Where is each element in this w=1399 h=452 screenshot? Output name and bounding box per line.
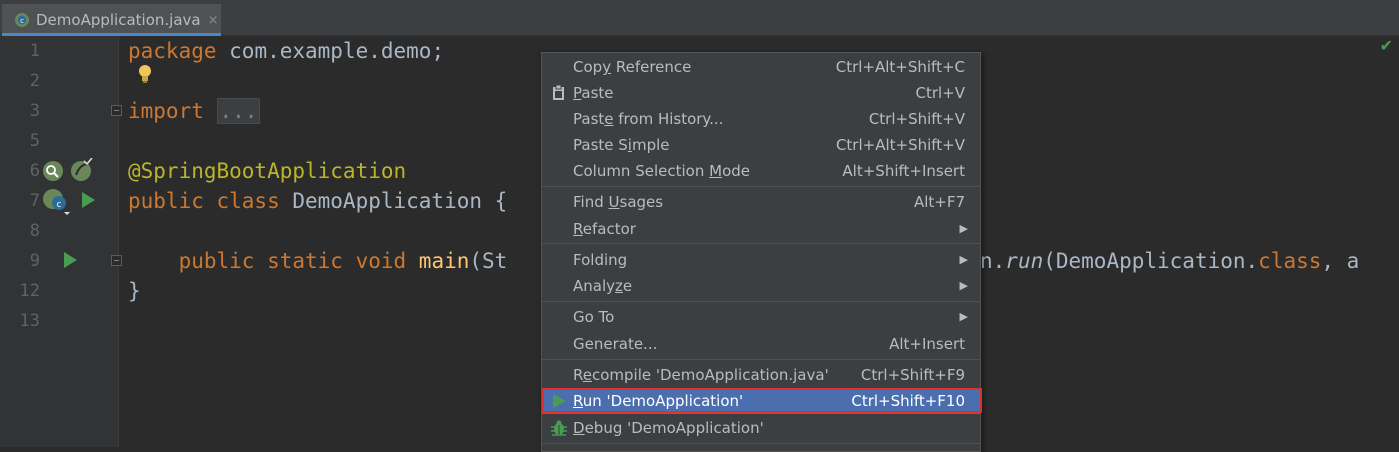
code-line-9-tail: n.run(DemoApplication.class, a [980,246,1359,276]
menu-item-column-selection-mode[interactable]: Column Selection Mode Alt+Shift+Insert [542,158,980,184]
menu-item-label: Debug 'DemoApplication' [573,419,764,437]
keyword: public class [128,189,280,213]
tab-demoapplication-java[interactable]: c DemoApplication.java × [2,4,221,35]
line-number: 6 [29,161,40,181]
menu-item-go-to[interactable]: Go To ▶ [542,304,980,330]
line-number: 8 [29,221,40,241]
folded-imports[interactable]: ... [216,98,261,124]
submenu-arrow-icon: ▶ [959,222,968,235]
editor-gutter: 1 2 3 5 6 7 8 9 12 13 c [0,36,122,447]
line-number: 7 [29,191,40,211]
code-line-3: import ... [128,96,261,126]
svg-text:c: c [57,200,62,210]
menu-item-shortcut: Ctrl+Alt+Shift+C [835,58,965,76]
editor-tab-bar: c DemoApplication.java × [0,0,1399,36]
package-name: com.example.demo; [216,39,445,63]
menu-item-copy-reference[interactable]: Copy Reference Ctrl+Alt+Shift+C [542,54,980,80]
spring-class-icon: c [14,11,32,29]
menu-separator [542,359,980,360]
line-number: 5 [29,131,40,151]
menu-item-label: Go To [573,308,615,326]
menu-item-label: Generate... [573,335,658,353]
submenu-arrow-icon: ▶ [959,253,968,266]
line-number: 9 [29,251,40,271]
code-line-1: package com.example.demo; [128,36,444,66]
spring-bean-icon[interactable] [70,157,94,186]
fold-marker[interactable] [111,255,122,266]
menu-separator [542,443,980,444]
menu-item-shortcut: Ctrl+Alt+Shift+V [835,136,965,154]
menu-item-label: Paste Simple [573,136,670,154]
menu-item-label: Column Selection Mode [573,162,750,180]
menu-item-label: Copy Reference [573,58,692,76]
line-number: 3 [29,101,40,121]
code-line-9: public static void main(St [128,246,508,276]
line-number: 2 [29,71,40,91]
menu-item-shortcut: Ctrl+V [915,84,965,102]
menu-item-shortcut: Alt+Insert [889,335,965,353]
menu-item-label: Paste from History... [573,110,724,128]
menu-separator [542,186,980,187]
clipboard-icon [550,84,568,102]
spring-class-icon[interactable]: c [42,188,72,220]
code-fragment: (DemoApplication. [1043,249,1259,273]
bug-icon [550,419,568,437]
code-line-7: public class DemoApplication { [128,186,507,216]
menu-item-label: Refactor [573,220,636,238]
keyword: class [1258,249,1322,273]
run-gutter-icon[interactable] [62,251,78,273]
menu-item-label: Paste [573,84,614,102]
menu-item-label: Recompile 'DemoApplication.java' [573,366,829,384]
menu-separator [542,243,980,244]
line-number: 1 [29,41,40,61]
code-fragment: , a [1321,249,1360,273]
class-name: DemoApplication { [279,189,508,213]
menu-item-label: Analyze [573,277,633,295]
menu-item-recompile[interactable]: Recompile 'DemoApplication.java' Ctrl+Sh… [542,362,980,388]
menu-item-label: Folding [573,251,628,269]
method-call: run [1005,249,1044,273]
keyword: public static void [128,249,407,273]
run-gutter-icon[interactable] [80,191,96,213]
close-icon[interactable]: × [208,13,219,28]
code-fragment: (St [469,249,508,273]
menu-item-analyze[interactable]: Analyze ▶ [542,273,980,299]
menu-separator [542,301,980,302]
tab-title: DemoApplication.java [36,11,201,29]
keyword: package [128,39,217,63]
menu-item-shortcut: Alt+F7 [913,193,965,211]
run-item-highlight-box [542,388,982,413]
spring-search-icon[interactable] [42,160,64,186]
menu-item-find-usages[interactable]: Find Usages Alt+F7 [542,189,980,215]
menu-item-folding[interactable]: Folding ▶ [542,247,980,273]
menu-item-generate[interactable]: Generate... Alt+Insert [542,331,980,357]
keyword: import [128,99,204,123]
menu-item-refactor[interactable]: Refactor ▶ [542,216,980,242]
code-line-12: } [128,279,141,303]
menu-item-label: Find Usages [573,193,664,211]
fold-marker[interactable] [111,105,122,116]
code-line-6: @SpringBootApplication [128,159,407,183]
menu-item-shortcut: Alt+Shift+Insert [842,162,965,180]
method-name: main [406,249,470,273]
line-number: 13 [19,311,40,331]
menu-item-shortcut: Ctrl+Shift+V [868,110,965,128]
line-number: 12 [19,281,40,301]
submenu-arrow-icon: ▶ [959,279,968,292]
menu-item-paste-simple[interactable]: Paste Simple Ctrl+Alt+Shift+V [542,132,980,158]
menu-item-paste-from-history[interactable]: Paste from History... Ctrl+Shift+V [542,106,980,132]
code-fragment: n. [980,249,1006,273]
menu-item-debug[interactable]: Debug 'DemoApplication' [542,415,980,441]
submenu-arrow-icon: ▶ [959,310,968,323]
menu-item-paste[interactable]: Paste Ctrl+V [542,80,980,106]
menu-item-shortcut: Ctrl+Shift+F9 [860,366,965,384]
svg-text:c: c [20,17,24,25]
